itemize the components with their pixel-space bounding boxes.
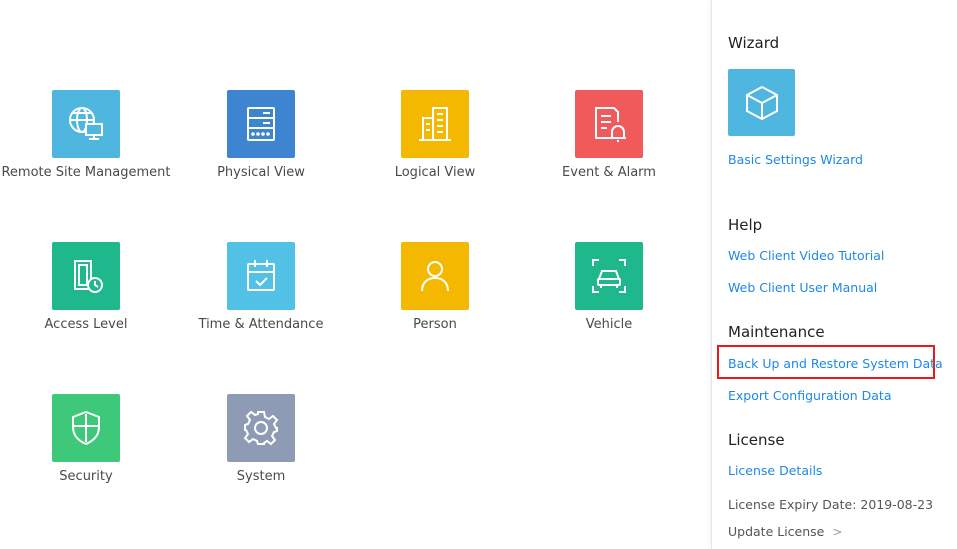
license-details-link[interactable]: License Details [728, 463, 822, 478]
basic-settings-wizard-link[interactable]: Basic Settings Wizard [728, 152, 863, 167]
wizard-section-title: Wizard [728, 34, 780, 52]
maintenance-section-title: Maintenance [728, 323, 825, 341]
tile-label: Security [59, 469, 113, 484]
tile-person[interactable]: Person [349, 242, 521, 352]
home-page: Remote Site Management Physical View Log… [0, 0, 957, 549]
car-scan-icon [575, 242, 643, 310]
calendar-check-icon [227, 242, 295, 310]
shield-icon [52, 394, 120, 462]
export-configuration-data-link[interactable]: Export Configuration Data [728, 388, 891, 403]
person-icon [401, 242, 469, 310]
tile-label: Logical View [394, 165, 476, 180]
right-sidebar: Wizard Basic Settings Wizard Help Web Cl… [711, 0, 957, 549]
tile-label: Vehicle [585, 317, 633, 332]
tile-label: Physical View [217, 165, 305, 180]
chevron-right-icon: > [832, 525, 843, 539]
tile-time-attendance[interactable]: Time & Attendance [175, 242, 347, 352]
tile-label: Event & Alarm [562, 165, 656, 180]
back-up-restore-link[interactable]: Back Up and Restore System Data [728, 356, 943, 371]
license-section-title: License [728, 431, 785, 449]
document-bell-icon [575, 90, 643, 158]
license-expiry-date: License Expiry Date: 2019-08-23 [728, 497, 934, 512]
tile-physical-view[interactable]: Physical View [175, 90, 347, 200]
web-client-user-manual-link[interactable]: Web Client User Manual [728, 280, 877, 295]
tile-security[interactable]: Security [0, 394, 172, 504]
tile-event-alarm[interactable]: Event & Alarm [523, 90, 695, 200]
tile-label: Person [413, 317, 457, 332]
tile-label: System [236, 469, 286, 484]
globe-monitor-icon [52, 90, 120, 158]
tile-access-level[interactable]: Access Level [0, 242, 172, 352]
cube-icon[interactable] [728, 69, 795, 136]
tile-logical-view[interactable]: Logical View [349, 90, 521, 200]
tile-label: Access Level [44, 317, 128, 332]
web-client-video-tutorial-link[interactable]: Web Client Video Tutorial [728, 248, 884, 263]
update-license-link[interactable]: Update License > [728, 524, 842, 539]
tile-label: Remote Site Management [1, 165, 171, 180]
server-icon [227, 90, 295, 158]
tile-label: Time & Attendance [198, 317, 324, 332]
tile-system[interactable]: System [175, 394, 347, 504]
update-license-label: Update License [728, 524, 825, 539]
door-clock-icon [52, 242, 120, 310]
help-section-title: Help [728, 216, 763, 234]
module-grid: Remote Site Management Physical View Log… [0, 0, 710, 549]
tile-vehicle[interactable]: Vehicle [523, 242, 695, 352]
building-icon [401, 90, 469, 158]
tile-remote-site-management[interactable]: Remote Site Management [0, 90, 172, 200]
gear-icon [227, 394, 295, 462]
